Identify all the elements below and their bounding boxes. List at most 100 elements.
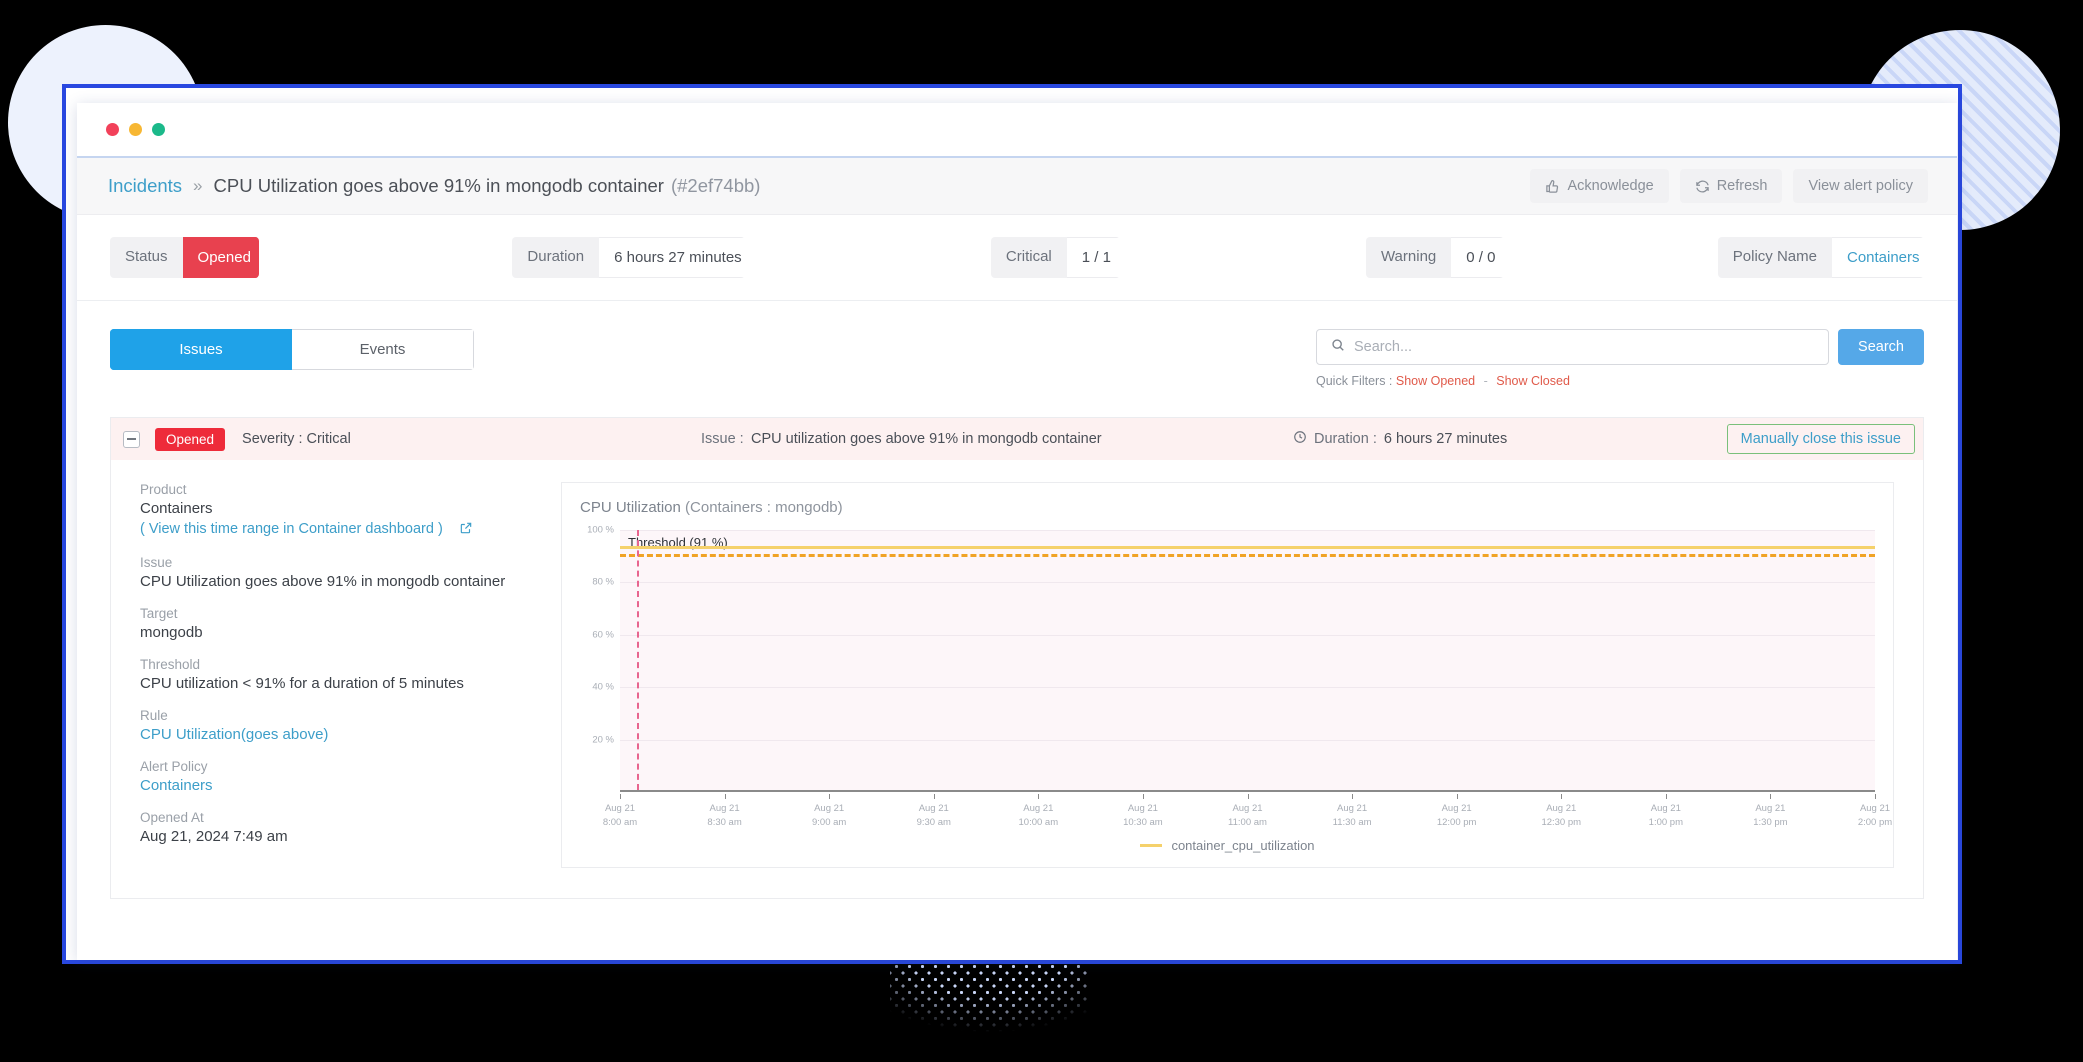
- thumbs-up-icon: [1545, 179, 1560, 194]
- x-axis-tick: [1247, 794, 1249, 799]
- x-axis-tick-label: Aug 21 9:00 am: [811, 803, 847, 829]
- collapse-toggle-icon[interactable]: [123, 430, 140, 448]
- container-dashboard-link-row: ( View this time range in Container dash…: [140, 521, 553, 539]
- acknowledge-button[interactable]: Acknowledge: [1530, 169, 1669, 203]
- summary-item-critical: Critical 1 / 1: [990, 237, 1120, 278]
- screenshot-stage: Incidents » CPU Utilization goes above 9…: [0, 0, 2083, 1062]
- manually-close-issue-button[interactable]: Manually close this issue: [1726, 424, 1915, 454]
- summary-item-duration: Duration 6 hours 27 minutes: [512, 237, 745, 278]
- legend-label-container-cpu-utilization: container_cpu_utilization: [1171, 838, 1315, 853]
- search-area: Search Quick Filters : Show Opened - Sho…: [1316, 329, 1924, 388]
- detail-label-issue: Issue: [140, 555, 173, 570]
- issue-field-value: CPU utilization goes above 91% in mongod…: [751, 431, 1102, 447]
- x-axis-tick: [1875, 794, 1876, 799]
- detail-label-alert-policy: Alert Policy: [140, 759, 208, 774]
- detail-value-threshold: CPU utilization < 91% for a duration of …: [140, 675, 464, 692]
- gridline: [620, 530, 1875, 531]
- clock-icon: [1293, 430, 1307, 448]
- x-axis-tick: [724, 794, 726, 799]
- maximize-window-dot[interactable]: [152, 123, 165, 136]
- x-axis-tick: [829, 794, 831, 799]
- acknowledge-label: Acknowledge: [1567, 178, 1654, 194]
- tab-group: Issues Events: [110, 329, 474, 370]
- y-axis-tick-label: 80 %: [592, 576, 614, 588]
- cpu-utilization-chart-card: CPU Utilization (Containers : mongodb) 1…: [561, 482, 1894, 868]
- critical-count: 1 / 1: [1066, 237, 1120, 278]
- detail-value-rule-link[interactable]: CPU Utilization(goes above): [140, 726, 553, 743]
- x-axis-tick-label: Aug 21 1:00 pm: [1648, 803, 1683, 829]
- issue-duration-label: Duration :: [1314, 431, 1377, 447]
- breadcrumb-root-link[interactable]: Incidents: [108, 175, 182, 197]
- detail-label-threshold: Threshold: [140, 657, 201, 672]
- window-titlebar: [77, 103, 1957, 158]
- x-axis-tick: [1352, 794, 1354, 799]
- issue-severity: Severity : Critical: [242, 431, 351, 447]
- x-axis-tick-label: Aug 21 1:30 pm: [1753, 803, 1788, 829]
- close-window-dot[interactable]: [106, 123, 119, 136]
- issue-header-row: Opened Severity : Critical Issue : CPU u…: [111, 418, 1923, 460]
- x-axis-tick-label: Aug 21 8:00 am: [602, 803, 638, 829]
- x-axis-tick: [933, 794, 935, 799]
- breadcrumb-separator-icon: »: [193, 176, 203, 195]
- refresh-label: Refresh: [1716, 178, 1768, 194]
- issue-details-panel: Product Containers ( View this time rang…: [111, 482, 553, 868]
- quick-filter-show-opened[interactable]: Show Opened: [1396, 374, 1475, 388]
- duration-key: Duration: [512, 237, 600, 278]
- policy-name-link[interactable]: Containers: [1831, 237, 1924, 278]
- x-axis-tick-label: Aug 21 11:30 am: [1332, 803, 1372, 829]
- search-box[interactable]: [1316, 329, 1830, 365]
- chart-legend: container_cpu_utilization: [580, 838, 1875, 853]
- quick-filters-label: Quick Filters :: [1316, 374, 1393, 388]
- minimize-window-dot[interactable]: [129, 123, 142, 136]
- chart-plot-area: Threshold (91 %): [620, 530, 1875, 792]
- detail-value-product: Containers: [140, 500, 213, 517]
- quick-filter-show-closed[interactable]: Show Closed: [1496, 374, 1570, 388]
- search-input[interactable]: [1354, 339, 1815, 355]
- incident-marker-line: [636, 530, 639, 790]
- x-axis-tick: [1561, 794, 1563, 799]
- issue-body: Product Containers ( View this time rang…: [111, 460, 1923, 898]
- search-button[interactable]: Search: [1838, 329, 1924, 365]
- x-axis-tick-label: Aug 21 8:30 am: [707, 803, 742, 829]
- x-axis-tick: [620, 794, 621, 799]
- breadcrumb-bar: Incidents » CPU Utilization goes above 9…: [77, 158, 1957, 215]
- x-axis-tick-label: Aug 21 10:30 am: [1123, 803, 1163, 829]
- tab-issues[interactable]: Issues: [110, 329, 292, 370]
- incident-summary-strip: Status Opened Duration 6 hours 27 minute…: [77, 215, 1957, 301]
- y-axis-tick-label: 20 %: [592, 734, 614, 746]
- view-time-range-link[interactable]: ( View this time range in Container dash…: [140, 521, 443, 537]
- refresh-icon: [1695, 179, 1710, 194]
- detail-label-rule: Rule: [140, 708, 168, 723]
- duration-value: 6 hours 27 minutes: [599, 237, 745, 278]
- issue-duration-value: 6 hours 27 minutes: [1383, 431, 1508, 447]
- policy-name-key: Policy Name: [1717, 237, 1832, 278]
- x-axis-tick: [1665, 794, 1667, 799]
- chart-title: CPU Utilization (Containers : mongodb): [580, 499, 1875, 516]
- gridline: [620, 739, 1875, 741]
- view-alert-policy-label: View alert policy: [1808, 178, 1913, 194]
- x-axis-tick-label: Aug 21 11:00 am: [1228, 803, 1267, 829]
- x-axis-tick: [1142, 794, 1144, 799]
- external-link-icon[interactable]: [459, 522, 473, 539]
- threshold-line: [620, 553, 1875, 557]
- refresh-button[interactable]: Refresh: [1679, 169, 1783, 203]
- detail-label-target: Target: [140, 606, 178, 621]
- x-axis-tick-label: Aug 21 2:00 pm: [1857, 803, 1893, 829]
- issue-duration: Duration : 6 hours 27 minutes: [1293, 430, 1507, 448]
- issue-field-label: Issue :: [701, 431, 744, 447]
- detail-label-opened-at: Opened At: [140, 810, 204, 825]
- view-alert-policy-button[interactable]: View alert policy: [1793, 169, 1928, 203]
- x-axis-tick-label: Aug 21 9:30 am: [916, 803, 951, 829]
- y-axis-tick-label: 40 %: [592, 681, 614, 693]
- detail-value-alert-policy-link[interactable]: Containers: [140, 777, 553, 794]
- summary-item-policy-name: Policy Name Containers: [1717, 237, 1924, 278]
- chart-plot-wrapper: 100 % 80 % 60 % 40 % 20 % Threshold (91 %) A…: [580, 525, 1892, 829]
- incident-id: (#2ef74bb): [670, 175, 761, 196]
- search-line: Search: [1316, 329, 1924, 365]
- detail-value-opened-at: Aug 21, 2024 7:49 am: [140, 828, 288, 845]
- critical-key: Critical: [990, 237, 1067, 278]
- legend-swatch-container-cpu-utilization: [1140, 844, 1163, 847]
- y-axis-tick-label: 60 %: [592, 629, 614, 641]
- tab-events[interactable]: Events: [292, 329, 474, 370]
- gridline: [620, 634, 1875, 636]
